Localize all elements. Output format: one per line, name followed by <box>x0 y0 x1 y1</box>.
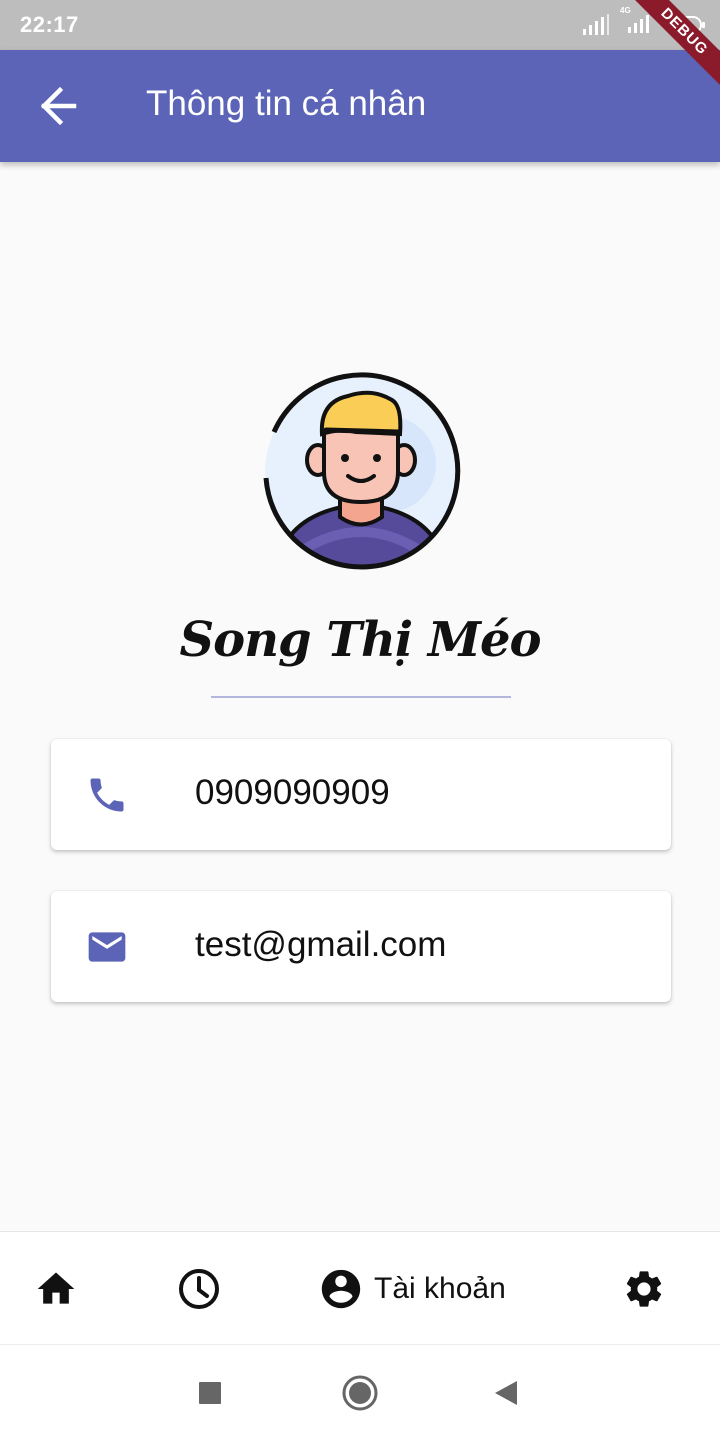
email-card[interactable]: test@gmail.com <box>51 891 671 1002</box>
arrow-back-icon <box>40 86 77 126</box>
network-label: 4G <box>620 5 631 15</box>
status-bar: 22:17 4G 62 <box>0 0 720 50</box>
nav-account-label: Tài khoản <box>374 1271 506 1305</box>
nav-account[interactable]: Tài khoản <box>318 1232 506 1345</box>
phone-icon <box>90 778 124 812</box>
email-value: test@gmail.com <box>195 925 447 964</box>
settings-icon <box>626 1270 662 1307</box>
back-button[interactable] <box>30 84 80 128</box>
nav-settings[interactable] <box>622 1232 666 1345</box>
nav-history[interactable] <box>177 1232 221 1345</box>
page-title: Thông tin cá nhân <box>146 84 427 123</box>
status-time: 22:17 <box>20 12 79 37</box>
account-icon <box>321 1269 361 1308</box>
profile-name: Song Thị Méo <box>179 612 541 668</box>
back-triangle-icon <box>495 1381 517 1405</box>
phone-card[interactable]: 0909090909 <box>51 739 671 850</box>
signal-4g-group: 4G <box>620 6 654 39</box>
history-icon <box>179 1268 219 1309</box>
avatar-icon <box>263 372 461 570</box>
home-icon <box>37 1272 75 1304</box>
app-bar: Thông tin cá nhân <box>0 50 720 162</box>
system-nav <box>0 1344 720 1440</box>
name-divider <box>211 696 511 698</box>
nav-home[interactable] <box>34 1232 78 1345</box>
system-home-button[interactable] <box>340 1373 380 1413</box>
email-icon <box>88 932 126 962</box>
system-back-button[interactable] <box>486 1373 526 1413</box>
home-circle-icon <box>342 1375 378 1411</box>
recent-apps-button[interactable] <box>190 1373 230 1413</box>
recent-apps-icon <box>199 1382 221 1404</box>
bottom-nav: Tài khoản <box>0 1231 720 1344</box>
signal-icon <box>583 14 609 35</box>
avatar <box>260 372 462 574</box>
phone-value: 0909090909 <box>195 773 390 812</box>
